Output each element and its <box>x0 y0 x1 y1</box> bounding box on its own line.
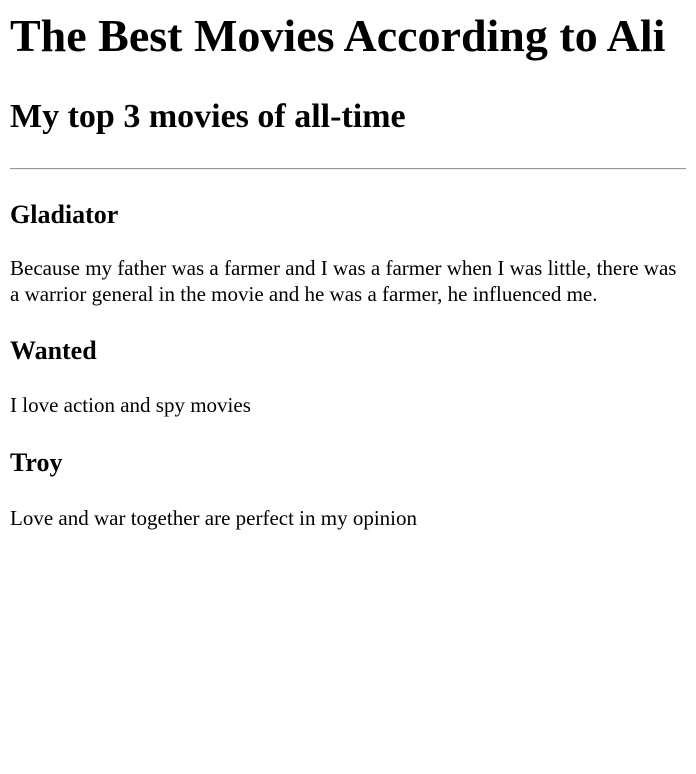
movie-title-gladiator: Gladiator <box>10 200 119 229</box>
movie-title-troy: Troy <box>10 448 63 477</box>
movie-list: Gladiator Because my father was a farmer… <box>10 199 686 531</box>
movie-title-wanted: Wanted <box>10 336 97 365</box>
page-subtitle: My top 3 movies of all-time <box>10 98 406 135</box>
movie-description-troy: Love and war together are perfect in my … <box>10 506 418 530</box>
divider <box>10 168 686 170</box>
movie-description-gladiator: Because my father was a farmer and I was… <box>10 256 677 306</box>
movie-description-wanted: I love action and spy movies <box>10 393 251 417</box>
page-title: The Best Movies According to Ali <box>10 10 666 61</box>
